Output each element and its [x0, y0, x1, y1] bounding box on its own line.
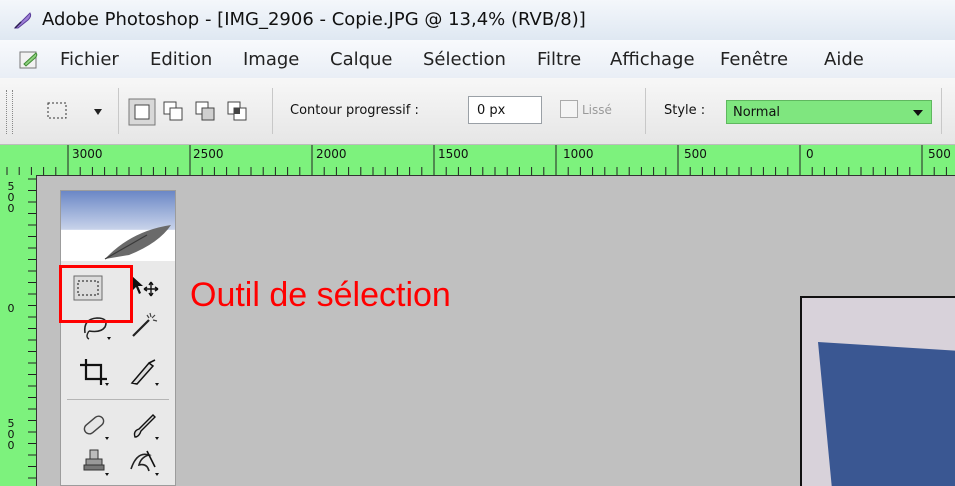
selection-tool-annotation: Outil de sélection — [190, 276, 451, 314]
brush-icon[interactable] — [127, 411, 161, 441]
chevron-down-icon[interactable] — [93, 108, 103, 116]
style-select[interactable]: Normal — [726, 100, 932, 124]
feather-input[interactable]: 0 px — [468, 96, 542, 124]
horizontal-ruler[interactable]: 3000 2500 2000 1500 1000 500 0 500 — [0, 145, 955, 176]
menu-image[interactable]: Image — [243, 49, 299, 70]
move-icon[interactable] — [129, 273, 163, 303]
divider — [645, 88, 646, 134]
slice-icon[interactable] — [127, 357, 161, 387]
ruler-label: 0 — [7, 302, 15, 315]
toolbox-header[interactable] — [61, 191, 175, 261]
ruler-label: 3000 — [72, 147, 103, 161]
menu-selection[interactable]: Sélection — [423, 49, 506, 70]
feather-logo-icon — [104, 225, 171, 260]
window-title: Adobe Photoshop - [IMG_2906 - Copie.JPG … — [42, 9, 586, 30]
marquee-preset-icon[interactable] — [46, 100, 70, 122]
antialias-checkbox[interactable] — [560, 100, 578, 118]
intersect-selection-icon[interactable] — [226, 100, 250, 124]
menu-filtre[interactable]: Filtre — [537, 49, 581, 70]
menu-edition[interactable]: Edition — [150, 49, 212, 70]
photoshop-feather-icon — [13, 12, 32, 29]
crop-icon[interactable] — [77, 357, 111, 387]
title-bar: Adobe Photoshop - [IMG_2906 - Copie.JPG … — [0, 0, 955, 41]
antialias-label: Lissé — [582, 103, 612, 117]
menu-affichage[interactable]: Affichage — [610, 49, 695, 70]
toolbar-grip[interactable] — [6, 90, 13, 134]
history-brush-icon[interactable] — [127, 447, 161, 477]
subtract-selection-icon[interactable] — [194, 100, 218, 124]
new-selection-icon[interactable] — [128, 98, 156, 126]
add-selection-icon[interactable] — [162, 100, 186, 124]
options-bar: Contour progressif : 0 px Lissé Style : … — [0, 78, 955, 145]
selection-tool-highlight — [59, 265, 133, 323]
ruler-label: 2500 — [193, 147, 224, 161]
ruler-label: 500 — [684, 147, 707, 161]
ruler-label: 1500 — [438, 147, 469, 161]
menu-fichier[interactable]: Fichier — [60, 49, 119, 70]
image-region — [818, 342, 955, 486]
menu-aide[interactable]: Aide — [824, 49, 864, 70]
ruler-label: 0 — [806, 147, 814, 161]
clone-stamp-icon[interactable] — [77, 447, 111, 477]
divider — [941, 88, 942, 134]
menu-calque[interactable]: Calque — [330, 49, 393, 70]
ruler-label: 0 — [7, 202, 15, 215]
menu-bar: Fichier Edition Image Calque Sélection F… — [0, 40, 955, 79]
chevron-down-icon[interactable] — [912, 109, 924, 117]
document-icon — [19, 51, 38, 69]
ruler-label: 0 — [7, 439, 15, 452]
vertical-ruler[interactable]: 5 0 0 0 5 0 0 — [0, 175, 37, 486]
ruler-label: 1000 — [563, 147, 594, 161]
feather-label: Contour progressif : — [290, 103, 419, 118]
ruler-label: 2000 — [316, 147, 347, 161]
divider — [118, 88, 119, 134]
style-label: Style : — [664, 103, 706, 118]
toolbox-panel — [60, 190, 176, 486]
magic-wand-icon[interactable] — [129, 309, 163, 339]
healing-brush-icon[interactable] — [77, 411, 111, 441]
ruler-label: 500 — [928, 147, 951, 161]
divider — [272, 88, 273, 134]
toolbox-divider — [67, 399, 169, 400]
menu-fenetre[interactable]: Fenêtre — [720, 49, 788, 70]
